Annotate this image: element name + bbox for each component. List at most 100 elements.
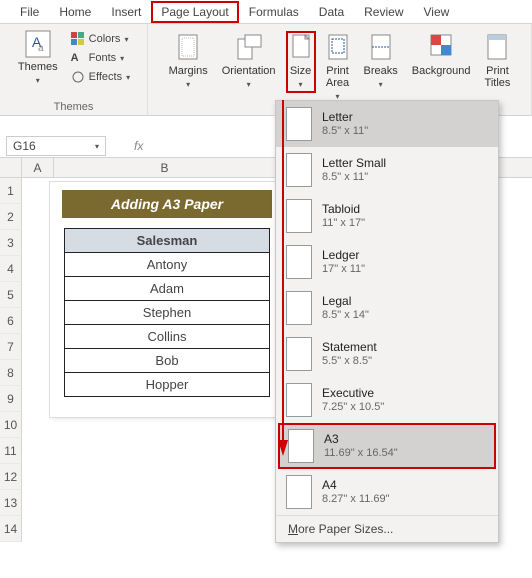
colors-button[interactable]: Colors▾ xyxy=(68,31,133,47)
tab-formulas[interactable]: Formulas xyxy=(239,1,309,23)
page-icon xyxy=(286,291,312,325)
row-header[interactable]: 8 xyxy=(0,360,22,386)
effects-button[interactable]: Effects▾ xyxy=(68,69,133,85)
size-name: Letter Small xyxy=(322,156,386,170)
size-name: Statement xyxy=(322,340,377,354)
size-option-a3[interactable]: A311.69" x 16.54" xyxy=(278,423,496,469)
size-name: A3 xyxy=(324,432,398,446)
orientation-button[interactable]: Orientation▾ xyxy=(218,31,280,91)
margins-icon xyxy=(176,33,200,63)
page-icon xyxy=(286,337,312,371)
row-header[interactable]: 3 xyxy=(0,230,22,256)
size-dim: 8.5" x 11" xyxy=(322,124,368,138)
more-paper-sizes[interactable]: More Paper Sizes... xyxy=(276,515,498,542)
print-area-button[interactable]: Print Area▾ xyxy=(322,31,354,103)
page-title: Adding A3 Paper xyxy=(62,190,272,218)
tab-file[interactable]: File xyxy=(10,1,49,23)
svg-text:a: a xyxy=(38,43,44,54)
size-option-a4[interactable]: A48.27" x 11.69" xyxy=(276,469,498,515)
fonts-icon: A xyxy=(71,52,85,64)
row-header[interactable]: 7 xyxy=(0,334,22,360)
size-name: Executive xyxy=(322,386,384,400)
print-titles-button[interactable]: Print Titles xyxy=(481,31,515,91)
row-header[interactable]: 2 xyxy=(0,204,22,230)
size-dim: 5.5" x 8.5" xyxy=(322,354,377,368)
row-header[interactable]: 13 xyxy=(0,490,22,516)
row-header[interactable]: 6 xyxy=(0,308,22,334)
page-icon xyxy=(286,153,312,187)
size-dim: 7.25" x 10.5" xyxy=(322,400,384,414)
size-name: Tabloid xyxy=(322,202,365,216)
table-header: Salesman xyxy=(65,229,270,253)
page-icon xyxy=(286,475,312,509)
size-option-ledger[interactable]: Ledger17" x 11" xyxy=(276,239,498,285)
size-dim: 11" x 17" xyxy=(322,216,365,230)
size-option-tabloid[interactable]: Tabloid11" x 17" xyxy=(276,193,498,239)
breaks-button[interactable]: Breaks▾ xyxy=(360,31,402,91)
row-header[interactable]: 9 xyxy=(0,386,22,412)
size-name: Legal xyxy=(322,294,369,308)
size-name: Letter xyxy=(322,110,368,124)
group-label-themes: Themes xyxy=(54,101,94,113)
row-header[interactable]: 11 xyxy=(0,438,22,464)
select-all-corner[interactable] xyxy=(0,158,22,177)
page-icon xyxy=(286,107,312,141)
tab-view[interactable]: View xyxy=(414,1,460,23)
table-row[interactable]: Bob xyxy=(65,349,270,373)
themes-button[interactable]: Aa Themes ▾ xyxy=(14,27,62,87)
themes-icon: Aa xyxy=(24,29,52,59)
size-button[interactable]: Size▾ xyxy=(286,31,316,93)
tab-page-layout[interactable]: Page Layout xyxy=(151,1,238,23)
fonts-button[interactable]: A Fonts▾ xyxy=(68,51,133,65)
tab-home[interactable]: Home xyxy=(49,1,101,23)
size-option-letter[interactable]: Letter8.5" x 11" xyxy=(276,101,498,147)
row-headers: 1 2 3 4 5 6 7 8 9 10 11 12 13 14 xyxy=(0,178,22,542)
orientation-icon xyxy=(236,33,262,63)
page-layout-view: Adding A3 Paper Salesman Antony Adam Ste… xyxy=(50,182,284,417)
tab-review[interactable]: Review xyxy=(354,1,413,23)
page-icon xyxy=(286,199,312,233)
page-icon xyxy=(288,429,314,463)
background-button[interactable]: Background xyxy=(408,31,475,79)
table-row[interactable]: Antony xyxy=(65,253,270,277)
size-dim: 11.69" x 16.54" xyxy=(324,446,398,460)
col-header-a[interactable]: A xyxy=(22,158,54,177)
page-icon xyxy=(286,245,312,279)
chevron-down-icon: ▾ xyxy=(95,142,99,151)
chevron-down-icon: ▾ xyxy=(36,76,40,85)
size-icon xyxy=(290,33,312,63)
size-option-legal[interactable]: Legal8.5" x 14" xyxy=(276,285,498,331)
row-header[interactable]: 4 xyxy=(0,256,22,282)
margins-button[interactable]: Margins▾ xyxy=(165,31,212,91)
col-header-b[interactable]: B xyxy=(54,158,276,177)
size-dim: 8.5" x 14" xyxy=(322,308,369,322)
tab-insert[interactable]: Insert xyxy=(101,1,151,23)
row-header[interactable]: 1 xyxy=(0,178,22,204)
table-row[interactable]: Hopper xyxy=(65,373,270,397)
row-header[interactable]: 10 xyxy=(0,412,22,438)
fx-label[interactable]: fx xyxy=(134,139,143,153)
ribbon-tabs: File Home Insert Page Layout Formulas Da… xyxy=(0,0,532,24)
group-themes: Aa Themes ▾ Colors▾ A Fonts▾ Effects▾ xyxy=(0,24,148,115)
row-header[interactable]: 12 xyxy=(0,464,22,490)
size-dim: 8.27" x 11.69" xyxy=(322,492,390,506)
size-option-executive[interactable]: Executive7.25" x 10.5" xyxy=(276,377,498,423)
table-row[interactable]: Stephen xyxy=(65,301,270,325)
page-icon xyxy=(286,383,312,417)
sales-table: Salesman Antony Adam Stephen Collins Bob… xyxy=(64,228,270,397)
size-dim: 17" x 11" xyxy=(322,262,365,276)
size-option-statement[interactable]: Statement5.5" x 8.5" xyxy=(276,331,498,377)
name-box[interactable]: G16 ▾ xyxy=(6,136,106,156)
size-dim: 8.5" x 11" xyxy=(322,170,386,184)
print-area-icon xyxy=(326,33,350,63)
row-header[interactable]: 14 xyxy=(0,516,22,542)
row-header[interactable]: 5 xyxy=(0,282,22,308)
colors-icon xyxy=(71,32,85,46)
effects-icon xyxy=(71,70,85,84)
size-option-letter-small[interactable]: Letter Small8.5" x 11" xyxy=(276,147,498,193)
table-row[interactable]: Collins xyxy=(65,325,270,349)
size-dropdown-menu: Letter8.5" x 11"Letter Small8.5" x 11"Ta… xyxy=(275,100,499,543)
table-row[interactable]: Adam xyxy=(65,277,270,301)
size-name: A4 xyxy=(322,478,390,492)
tab-data[interactable]: Data xyxy=(309,1,354,23)
